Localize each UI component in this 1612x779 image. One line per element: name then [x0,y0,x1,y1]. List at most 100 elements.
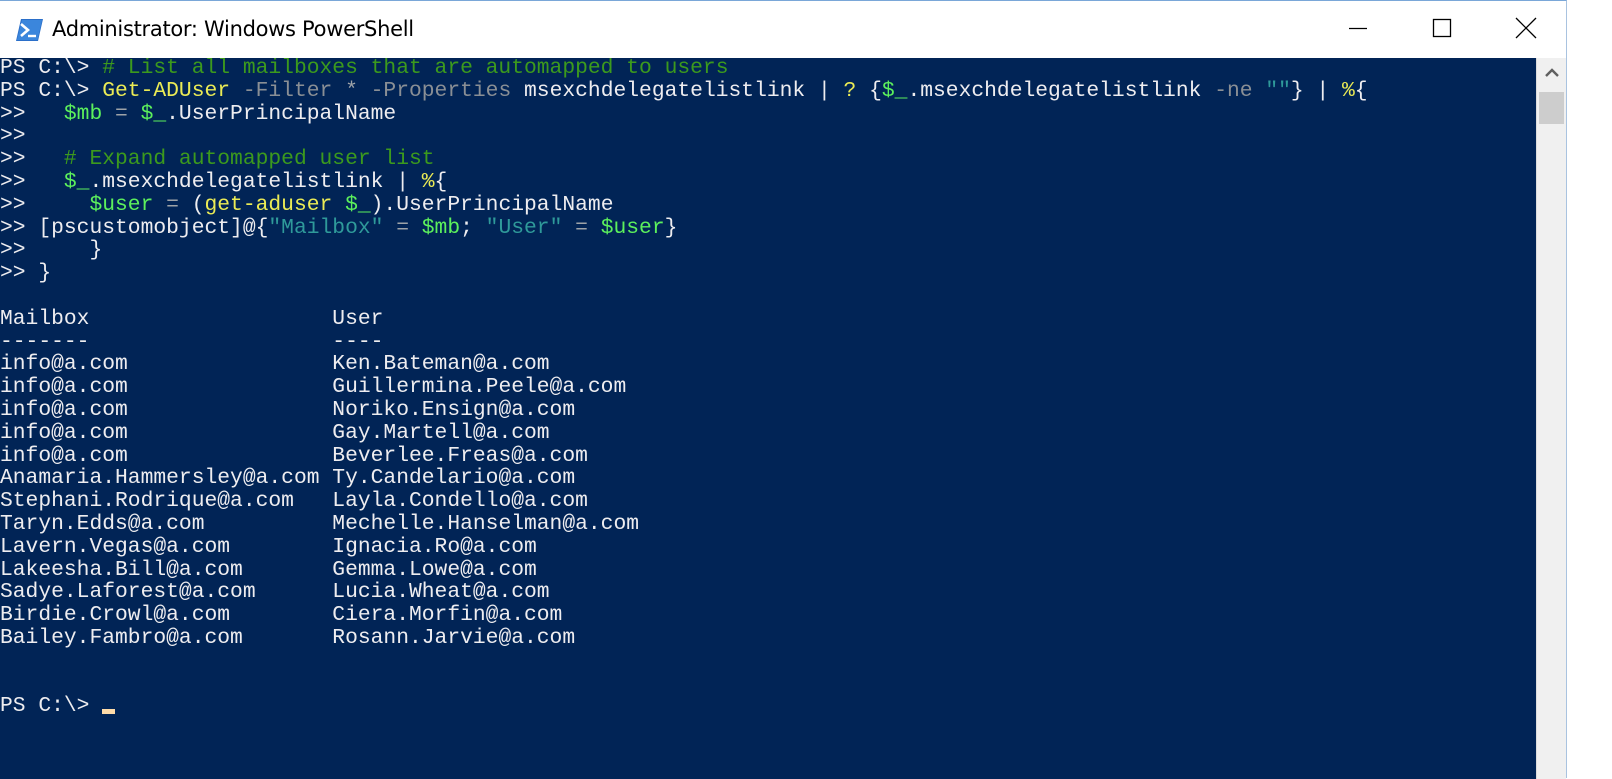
table-row: Taryn.Edds@a.com Mechelle.Hanselman@a.co… [0,513,639,536]
console-token: "User" [485,215,563,240]
console-token: $mb [421,215,461,240]
cell-user: Ignacia.Ro@a.com [332,534,537,559]
table-row: info@a.com Gay.Martell@a.com [0,420,550,445]
console-token: { [434,170,448,194]
console-command-line: >> # Expand automapped user list [0,148,435,171]
console-command-line: >> [0,125,26,148]
console-token: $user [89,192,154,217]
maximize-icon [1432,18,1452,43]
console-token: $_ [140,101,167,126]
cell-mailbox: info@a.com [0,398,333,422]
cell-mailbox: Anamaria.Hammersley@a.com [0,466,333,491]
table-row: Sadye.Laforest@a.com Lucia.Wheat@a.com [0,581,550,604]
vertical-scrollbar[interactable] [1536,58,1566,779]
table-row: Lavern.Vegas@a.com Ignacia.Ro@a.com [0,534,537,559]
console-token: $mb [63,101,103,126]
console-token: >> [0,101,64,126]
console-token: = [153,192,192,217]
console-token: = [562,215,601,240]
console-token: >> [0,147,64,172]
console-token: -Filter [230,78,333,103]
console-token [332,193,345,217]
cell-mailbox: Birdie.Crowl@a.com [0,603,333,628]
console-command-line: >> $_.msexchdelegatelistlink | %{ [0,171,447,194]
cell-mailbox: Taryn.Edds@a.com [0,512,333,536]
table-row: Stephani.Rodrique@a.com Layla.Condello@a… [0,490,588,513]
maximize-button[interactable] [1400,3,1484,57]
console-token: $_ [345,192,371,217]
console-command-line: PS C:\> Get-ADUser -Filter * -Properties… [0,78,1368,103]
cell-user: Mechelle.Hanselman@a.com [332,512,640,536]
cell-mailbox: info@a.com [0,352,333,377]
table-row: Lakeesha.Bill@a.com Gemma.Lowe@a.com [0,557,537,582]
console-token: = [383,215,422,240]
header-underline: ---- [332,329,384,354]
console-token: = [102,101,141,126]
cell-mailbox: Sadye.Laforest@a.com [0,580,333,605]
cell-mailbox: info@a.com [0,375,333,400]
console-token: .UserPrincipalName [166,101,397,126]
scroll-up-button[interactable] [1537,58,1566,90]
text-cursor [102,709,116,715]
cell-user: Ty.Candelario@a.com [332,466,576,491]
console-prompt-line[interactable]: PS C:\> [0,694,116,719]
table-header-underline: ------- ---- [0,329,384,354]
table-row: info@a.com Ken.Bateman@a.com [0,353,550,376]
window-title: Administrator: Windows PowerShell [52,17,414,41]
minimize-button[interactable] [1316,3,1400,57]
console-output[interactable]: PS C:\> # List all mailboxes that are au… [0,58,1536,779]
table-row: Anamaria.Hammersley@a.com Ty.Candelario@… [0,467,575,490]
console-token: { [1354,78,1368,103]
console-token: # Expand automapped user list [63,147,435,172]
close-button[interactable] [1484,3,1568,57]
close-icon [1515,17,1537,44]
console-token: $_ [63,170,90,194]
console-token: >> } [0,261,52,286]
console-token: ; [460,215,486,240]
console-token: "Mailbox" [268,215,384,240]
console-token: >> [0,124,26,149]
cell-user: Layla.Condello@a.com [332,489,588,514]
console-command-line: >> } [0,239,102,262]
console-token: { [856,78,882,103]
console-token: >> } [0,238,103,263]
title-bar[interactable]: Administrator: Windows PowerShell [0,2,1566,58]
cell-mailbox: Lakeesha.Bill@a.com [0,557,333,582]
console-token: get-aduser [204,192,333,217]
console-token: PS C:\> [0,58,103,80]
cell-user: Gay.Martell@a.com [332,420,550,445]
console-token: } | [1290,78,1342,103]
chevron-up-icon [1544,65,1559,83]
console-token: ).UserPrincipalName [370,192,614,217]
console-command-line: PS C:\> # List all mailboxes that are au… [0,58,728,80]
console-token: ( [191,192,205,217]
cell-user: Noriko.Ensign@a.com [332,398,576,422]
console-token: # List all mailboxes that are automapped… [102,58,729,80]
console-token: .msexchdelegatelistlink | [89,170,422,194]
console-command-line: >> $user = (get-aduser $_).UserPrincipal… [0,192,614,217]
column-header-user: User [332,306,384,331]
cell-user: Beverlee.Freas@a.com [332,443,588,468]
cell-user: Guillermina.Peele@a.com [332,375,627,400]
table-row: info@a.com Guillermina.Peele@a.com [0,376,626,399]
console-token: % [1342,78,1355,103]
scroll-thumb[interactable] [1539,92,1564,124]
table-row: Bailey.Fambro@a.com Rosann.Jarvie@a.com [0,627,575,650]
console-token: Get-ADUser [102,78,231,103]
powershell-icon [16,19,43,41]
console-token: msexchdelegatelistlink | [511,78,844,103]
console-token: "" [1265,78,1291,103]
cell-user: Gemma.Lowe@a.com [332,557,537,582]
console-command-line: >> [pscustomobject]@{"Mailbox" = $mb; "U… [0,215,677,240]
column-header-mailbox: Mailbox [0,306,333,331]
console-prompt: PS C:\> [0,694,103,719]
header-underline: ------- [0,329,333,354]
console-token: >> [pscustomobject]@{ [0,215,269,240]
cell-mailbox: info@a.com [0,420,333,445]
console-token: ? [843,78,857,103]
table-row: Birdie.Crowl@a.com Ciera.Morfin@a.com [0,604,562,627]
console-token: >> [0,192,90,217]
cell-mailbox: Bailey.Fambro@a.com [0,626,333,650]
console-token: % [421,170,435,194]
cell-user: Ciera.Morfin@a.com [332,603,563,628]
